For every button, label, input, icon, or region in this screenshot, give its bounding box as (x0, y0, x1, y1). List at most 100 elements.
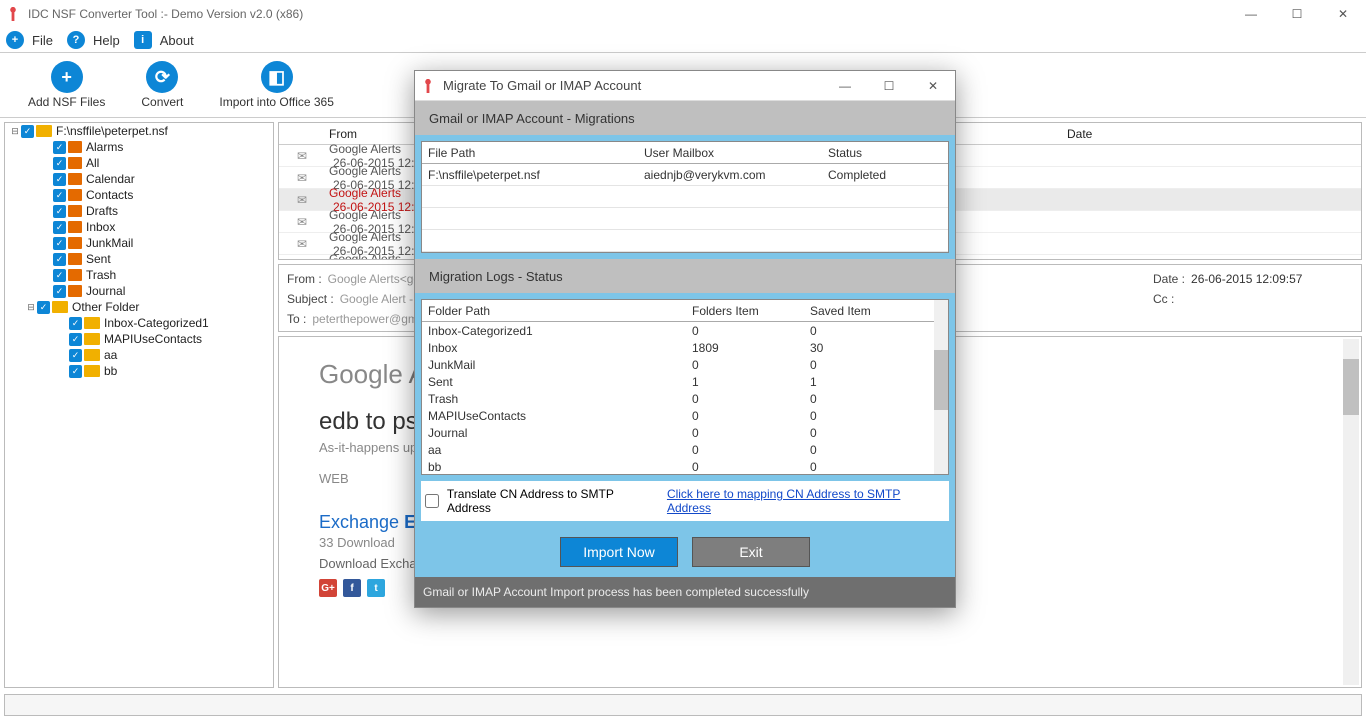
mail-icon: ✉ (279, 259, 325, 261)
help-icon: ? (67, 31, 85, 49)
table-row (422, 230, 948, 252)
col-date: Date (1063, 127, 1361, 141)
tree-item[interactable]: ✓Drafts (5, 203, 273, 219)
app-logo (421, 79, 435, 93)
table-row (422, 208, 948, 230)
tree-item[interactable]: ✓MAPIUseContacts (5, 331, 273, 347)
folder-icon (68, 237, 82, 249)
menu-file[interactable]: +File (6, 31, 53, 49)
tree-item[interactable]: ✓Trash (5, 267, 273, 283)
log-row[interactable]: Inbox180930 (422, 339, 948, 356)
facebook-icon[interactable]: f (343, 579, 361, 597)
folder-icon (68, 269, 82, 281)
tree-item[interactable]: ✓Journal (5, 283, 273, 299)
menu-about[interactable]: iAbout (134, 31, 194, 49)
checkbox-icon[interactable]: ✓ (53, 141, 66, 154)
dialog-title: Migrate To Gmail or IMAP Account (443, 78, 641, 93)
folder-tree[interactable]: ⊟✓F:\nsffile\peterpet.nsf✓Alarms✓All✓Cal… (4, 122, 274, 688)
mail-icon: ✉ (279, 237, 325, 251)
convert-button[interactable]: ⟳Convert (123, 53, 201, 117)
folder-icon (68, 141, 82, 153)
import-now-button[interactable]: Import Now (560, 537, 678, 567)
tree-item[interactable]: ✓aa (5, 347, 273, 363)
translate-checkbox[interactable] (425, 494, 439, 508)
tree-item[interactable]: ✓Alarms (5, 139, 273, 155)
tree-item[interactable]: ✓Contacts (5, 187, 273, 203)
col-foldersitem: Folders Item (686, 304, 804, 318)
tree-item[interactable]: ✓Sent (5, 251, 273, 267)
titlebar: IDC NSF Converter Tool :- Demo Version v… (0, 0, 1366, 28)
log-row[interactable]: Journal00 (422, 424, 948, 441)
checkbox-icon[interactable]: ✓ (53, 237, 66, 250)
col-saveditem: Saved Item (804, 304, 948, 318)
dialog-minimize-button[interactable]: — (823, 71, 867, 101)
exit-button[interactable]: Exit (692, 537, 810, 567)
plus-icon: + (6, 31, 24, 49)
plus-icon: + (51, 61, 83, 93)
mapping-link[interactable]: Click here to mapping CN Address to SMTP… (667, 487, 945, 515)
checkbox-icon[interactable]: ✓ (69, 317, 82, 330)
checkbox-icon[interactable]: ✓ (21, 125, 34, 138)
checkbox-icon[interactable]: ✓ (69, 365, 82, 378)
checkbox-icon[interactable]: ✓ (69, 349, 82, 362)
tree-item[interactable]: ✓All (5, 155, 273, 171)
migrations-table: File Path User Mailbox Status F:\nsffile… (421, 141, 949, 253)
maximize-button[interactable]: ☐ (1274, 0, 1320, 28)
options-row: Translate CN Address to SMTP Address Cli… (421, 481, 949, 521)
checkbox-icon[interactable]: ✓ (53, 253, 66, 266)
menubar: +File ?Help iAbout (0, 28, 1366, 52)
checkbox-icon[interactable]: ✓ (53, 269, 66, 282)
log-row[interactable]: MAPIUseContacts00 (422, 407, 948, 424)
scrollbar[interactable] (934, 300, 948, 474)
checkbox-icon[interactable]: ✓ (69, 333, 82, 346)
checkbox-icon[interactable]: ✓ (53, 221, 66, 234)
checkbox-icon[interactable]: ✓ (53, 157, 66, 170)
menu-help[interactable]: ?Help (67, 31, 120, 49)
log-row[interactable]: Trash00 (422, 390, 948, 407)
section-migrations: Gmail or IMAP Account - Migrations (415, 101, 955, 135)
tree-item[interactable]: ✓Calendar (5, 171, 273, 187)
logs-table: Folder Path Folders Item Saved Item Inbo… (421, 299, 949, 475)
minimize-button[interactable]: — (1228, 0, 1274, 28)
folder-icon (68, 189, 82, 201)
col-status: Status (822, 146, 948, 160)
status-bar (4, 694, 1362, 716)
tree-item[interactable]: ✓Inbox-Categorized1 (5, 315, 273, 331)
log-row[interactable]: aa00 (422, 441, 948, 458)
twitter-icon[interactable]: t (367, 579, 385, 597)
tree-item[interactable]: ⊟✓F:\nsffile\peterpet.nsf (5, 123, 273, 139)
log-row[interactable]: Inbox-Categorized100 (422, 322, 948, 339)
scrollbar[interactable] (1343, 339, 1359, 685)
dialog-titlebar: Migrate To Gmail or IMAP Account — ☐ ✕ (415, 71, 955, 101)
folder-icon (68, 205, 82, 217)
googleplus-icon[interactable]: G+ (319, 579, 337, 597)
tree-item[interactable]: ✓JunkMail (5, 235, 273, 251)
folder-icon (68, 221, 82, 233)
checkbox-icon[interactable]: ✓ (53, 205, 66, 218)
folder-icon (84, 333, 100, 345)
col-folderpath: Folder Path (422, 304, 686, 318)
dialog-status: Gmail or IMAP Account Import process has… (415, 577, 955, 607)
log-row[interactable]: JunkMail00 (422, 356, 948, 373)
folder-icon (84, 365, 100, 377)
folder-icon (68, 253, 82, 265)
checkbox-icon[interactable]: ✓ (53, 173, 66, 186)
table-row[interactable]: F:\nsffile\peterpet.nsf aiednjb@verykvm.… (422, 164, 948, 186)
folder-icon (68, 173, 82, 185)
import-office365-button[interactable]: ◧Import into Office 365 (201, 53, 352, 117)
log-row[interactable]: bb00 (422, 458, 948, 475)
mail-icon: ✉ (279, 215, 325, 229)
tree-item[interactable]: ⊟✓Other Folder (5, 299, 273, 315)
folder-icon (84, 349, 100, 361)
checkbox-icon[interactable]: ✓ (37, 301, 50, 314)
close-button[interactable]: ✕ (1320, 0, 1366, 28)
tree-item[interactable]: ✓bb (5, 363, 273, 379)
dialog-maximize-button[interactable]: ☐ (867, 71, 911, 101)
dialog-close-button[interactable]: ✕ (911, 71, 955, 101)
add-nsf-button[interactable]: +Add NSF Files (10, 53, 123, 117)
mail-icon: ✉ (279, 171, 325, 185)
checkbox-icon[interactable]: ✓ (53, 189, 66, 202)
checkbox-icon[interactable]: ✓ (53, 285, 66, 298)
log-row[interactable]: Sent11 (422, 373, 948, 390)
tree-item[interactable]: ✓Inbox (5, 219, 273, 235)
